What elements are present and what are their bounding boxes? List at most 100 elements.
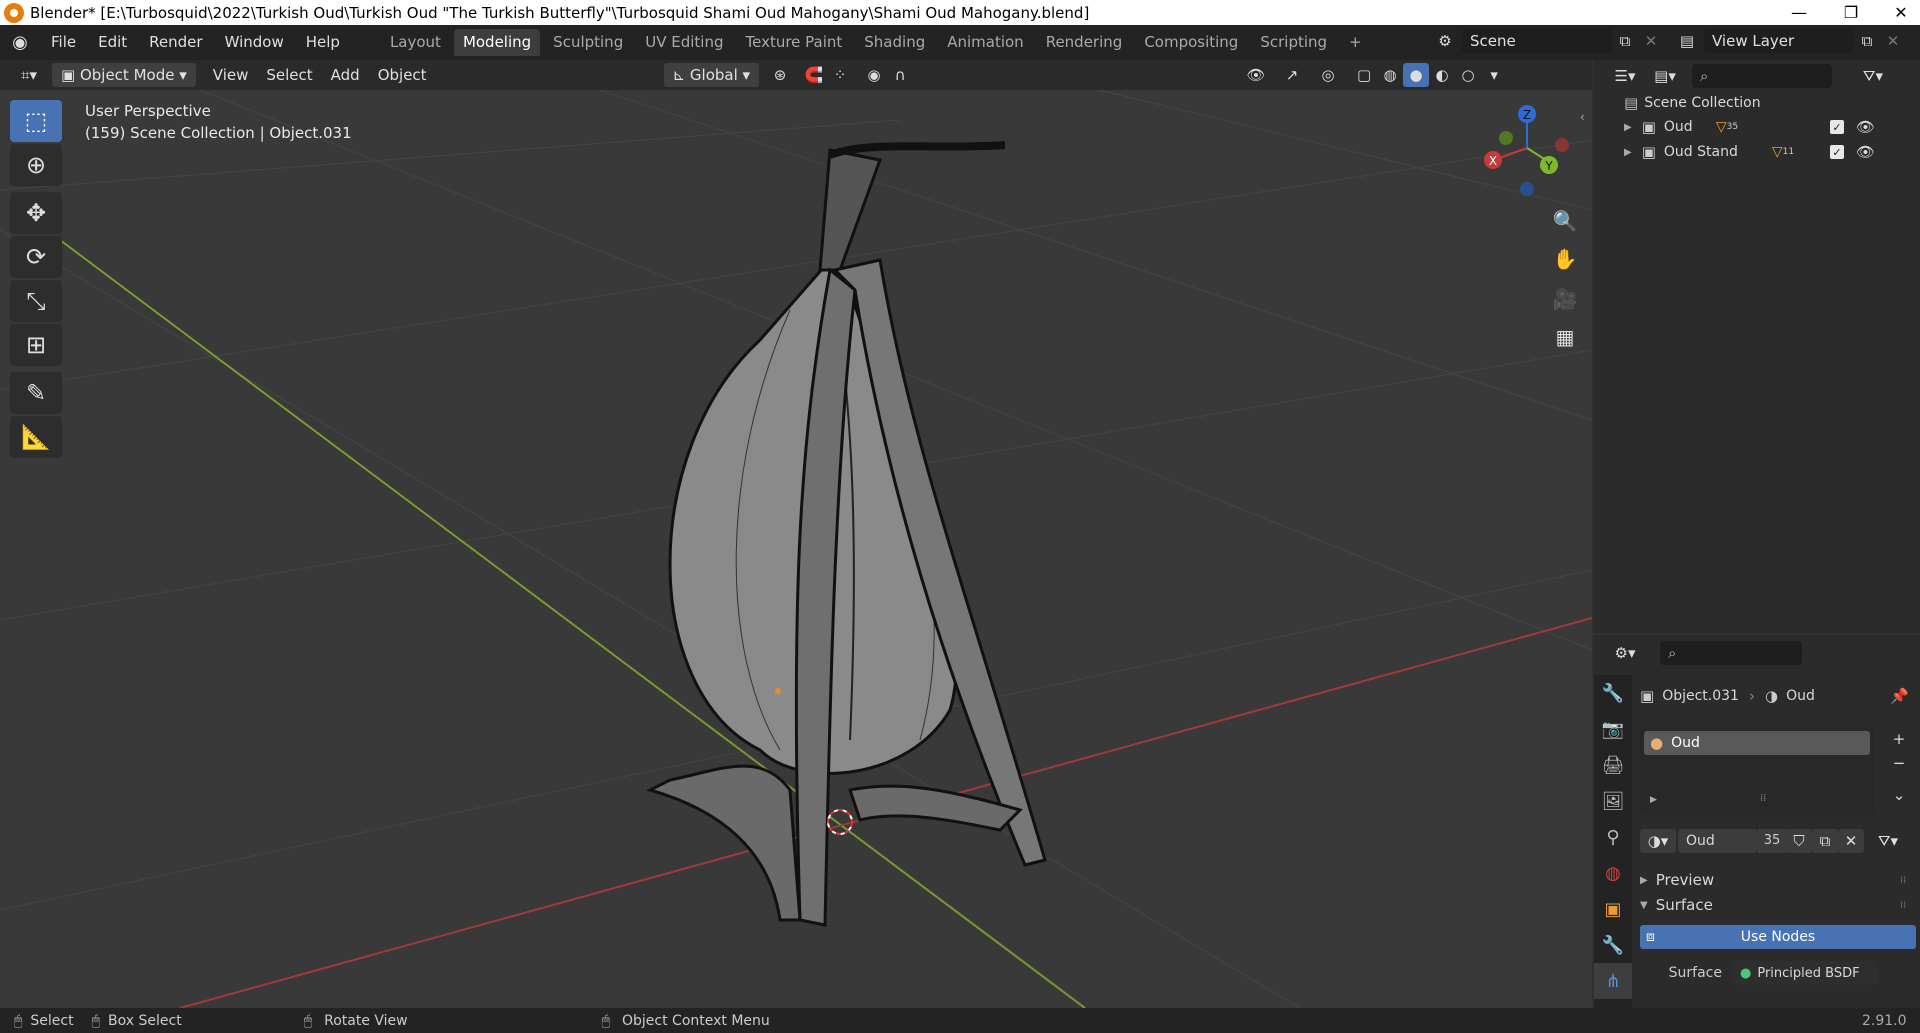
tab-shading[interactable]: Shading xyxy=(855,29,934,56)
3d-cursor[interactable] xyxy=(827,809,853,835)
properties-search-input[interactable]: ⌕ xyxy=(1660,641,1802,665)
render-tab-icon[interactable]: 📷 xyxy=(1594,711,1632,747)
add-slot-icon[interactable]: + xyxy=(1886,727,1912,751)
resize-handle-icon[interactable]: ⁞⁞ xyxy=(1760,793,1766,804)
world-tab-icon[interactable]: ◍ xyxy=(1594,855,1632,891)
pin-icon[interactable]: 📌 xyxy=(1890,687,1909,705)
properties-editor-type-icon[interactable]: ⚙▾ xyxy=(1608,641,1642,665)
menu-help[interactable]: Help xyxy=(295,25,351,60)
menu-render[interactable]: Render xyxy=(138,25,213,60)
overlay-toggle-icon[interactable]: ◎ xyxy=(1315,63,1341,87)
tab-animation[interactable]: Animation xyxy=(938,29,1032,56)
pan-hand-icon[interactable]: ✋ xyxy=(1548,242,1582,276)
outliner-item-oud[interactable]: ▶ ▣ Oud ▽ 35 ✓ 👁 xyxy=(1624,116,1914,138)
blender-menu-icon[interactable]: ◉ xyxy=(0,32,40,53)
editor-type-icon[interactable]: ⌗▾ xyxy=(12,63,46,87)
tab-texture-paint[interactable]: Texture Paint xyxy=(736,29,851,56)
object-tab-icon[interactable]: ▣ xyxy=(1594,891,1632,927)
restore-icon[interactable]: ❐ xyxy=(1828,0,1874,25)
view-layer-icon[interactable]: ▤ xyxy=(1674,29,1700,53)
rotate-tool-icon[interactable]: ⟳ xyxy=(10,236,62,278)
visibility-icon[interactable]: 👁 xyxy=(1243,63,1269,87)
menu-object[interactable]: Object xyxy=(369,63,436,87)
outliner-item-oud-stand[interactable]: ▶ ▣ Oud Stand ▽ 11 ✓ 👁 xyxy=(1624,141,1914,163)
tool-tab-icon[interactable]: 🔧 xyxy=(1594,675,1632,711)
expand-arrow-icon[interactable]: ▶ xyxy=(1650,795,1657,805)
menu-edit[interactable]: Edit xyxy=(87,25,138,60)
expand-arrow-icon[interactable]: ▶ xyxy=(1624,122,1632,133)
add-workspace-icon[interactable]: + xyxy=(1340,29,1371,56)
shading-wireframe-icon[interactable]: ◍ xyxy=(1377,63,1403,87)
transform-orientation-dropdown[interactable]: ⊾ Global ▾ xyxy=(663,63,760,87)
tab-sculpting[interactable]: Sculpting xyxy=(544,29,632,56)
unlink-material-icon[interactable]: ✕ xyxy=(1838,829,1864,853)
modifier-tab-icon[interactable]: 🔧 xyxy=(1594,927,1632,963)
view-layer-tab-icon[interactable]: 🖼 xyxy=(1594,783,1632,819)
display-mode-icon[interactable]: ▤▾ xyxy=(1648,64,1682,88)
material-slot-row[interactable]: ● Oud xyxy=(1644,731,1870,755)
tab-rendering[interactable]: Rendering xyxy=(1037,29,1132,56)
minimize-icon[interactable]: — xyxy=(1776,0,1822,25)
sidebar-toggle-icon[interactable]: ‹ xyxy=(1580,110,1585,124)
scene-tab-icon[interactable]: ⚲ xyxy=(1594,819,1632,855)
eye-icon[interactable]: 👁 xyxy=(1856,143,1875,161)
fake-user-icon[interactable]: ⛉ xyxy=(1786,829,1812,853)
scale-tool-icon[interactable]: ⤡ xyxy=(10,280,62,322)
exclude-checkbox[interactable]: ✓ xyxy=(1830,120,1844,134)
surface-shader-dropdown[interactable]: ● Principled BSDF xyxy=(1732,961,1878,985)
cursor-tool-icon[interactable]: ⊕ xyxy=(10,144,62,186)
proportional-falloff-icon[interactable]: ∩ xyxy=(887,63,913,87)
material-users-count[interactable]: 35 xyxy=(1758,829,1786,853)
scene-collection-row[interactable]: ▤ Scene Collection xyxy=(1624,92,1761,114)
scene-field[interactable]: Scene xyxy=(1462,29,1612,53)
close-icon[interactable]: ✕ xyxy=(1878,0,1920,25)
proportional-edit-icon[interactable]: ◉ xyxy=(861,63,887,87)
duplicate-material-icon[interactable]: ⧉ xyxy=(1812,829,1838,853)
camera-view-icon[interactable]: 🎥 xyxy=(1548,282,1582,316)
expand-arrow-icon[interactable]: ▶ xyxy=(1624,147,1632,158)
scene-selector-icon[interactable]: ⚙ xyxy=(1432,29,1458,53)
shading-options-icon[interactable]: ▾ xyxy=(1481,63,1507,87)
slot-specials-icon[interactable]: ⌄ xyxy=(1886,783,1912,807)
menu-window[interactable]: Window xyxy=(214,25,295,60)
move-tool-icon[interactable]: ✥ xyxy=(10,192,62,234)
shading-rendered-icon[interactable]: ○ xyxy=(1455,63,1481,87)
outliner-editor-type-icon[interactable]: ☰▾ xyxy=(1608,64,1642,88)
delete-view-layer-icon[interactable]: ✕ xyxy=(1880,29,1906,53)
snap-icon[interactable]: 🧲 xyxy=(801,63,827,87)
tab-compositing[interactable]: Compositing xyxy=(1135,29,1247,56)
view-layer-field[interactable]: View Layer xyxy=(1704,29,1854,53)
measure-tool-icon[interactable]: 📐 xyxy=(10,416,62,458)
outliner-filter-icon[interactable]: ⛛▾ xyxy=(1860,64,1886,88)
drag-handle-icon[interactable]: ⁞⁞ xyxy=(1900,900,1906,911)
new-scene-icon[interactable]: ⧉ xyxy=(1612,29,1638,53)
ortho-grid-icon[interactable]: ▦ xyxy=(1548,320,1582,354)
menu-add[interactable]: Add xyxy=(322,63,369,87)
new-view-layer-icon[interactable]: ⧉ xyxy=(1854,29,1880,53)
select-box-tool-icon[interactable]: ⬚ xyxy=(10,100,62,142)
annotate-tool-icon[interactable]: ✎ xyxy=(10,372,62,414)
xray-toggle-icon[interactable]: ▢ xyxy=(1351,63,1377,87)
use-nodes-button[interactable]: ⧈ Use Nodes xyxy=(1640,925,1916,949)
delete-scene-icon[interactable]: ✕ xyxy=(1638,29,1664,53)
eye-icon[interactable]: 👁 xyxy=(1856,118,1875,136)
tab-uv-editing[interactable]: UV Editing xyxy=(636,29,732,56)
tab-modeling[interactable]: Modeling xyxy=(453,29,541,56)
material-name-field[interactable]: Oud xyxy=(1678,829,1758,853)
output-tab-icon[interactable]: 🖨 xyxy=(1594,747,1632,783)
transform-tool-icon[interactable]: ⊞ xyxy=(10,324,62,366)
menu-view[interactable]: View xyxy=(204,63,258,87)
particles-tab-icon[interactable]: ⋔ xyxy=(1594,963,1632,999)
snap-target-icon[interactable]: ⁘ xyxy=(827,63,853,87)
drag-handle-icon[interactable]: ⁞⁞ xyxy=(1900,875,1906,886)
pivot-point-icon[interactable]: ⊛ xyxy=(767,63,793,87)
exclude-checkbox[interactable]: ✓ xyxy=(1830,145,1844,159)
tab-layout[interactable]: Layout xyxy=(381,29,450,56)
shading-solid-icon[interactable]: ● xyxy=(1403,63,1430,87)
tab-scripting[interactable]: Scripting xyxy=(1251,29,1336,56)
object-mode-dropdown[interactable]: ▣ Object Mode ▾ xyxy=(52,63,196,87)
outliner-search-input[interactable]: ⌕ xyxy=(1692,64,1832,88)
remove-slot-icon[interactable]: − xyxy=(1886,751,1912,775)
browse-material-icon[interactable]: ◑▾ xyxy=(1640,829,1676,853)
material-slot-list[interactable]: ● Oud ▶ ⁞⁞ xyxy=(1640,727,1874,815)
